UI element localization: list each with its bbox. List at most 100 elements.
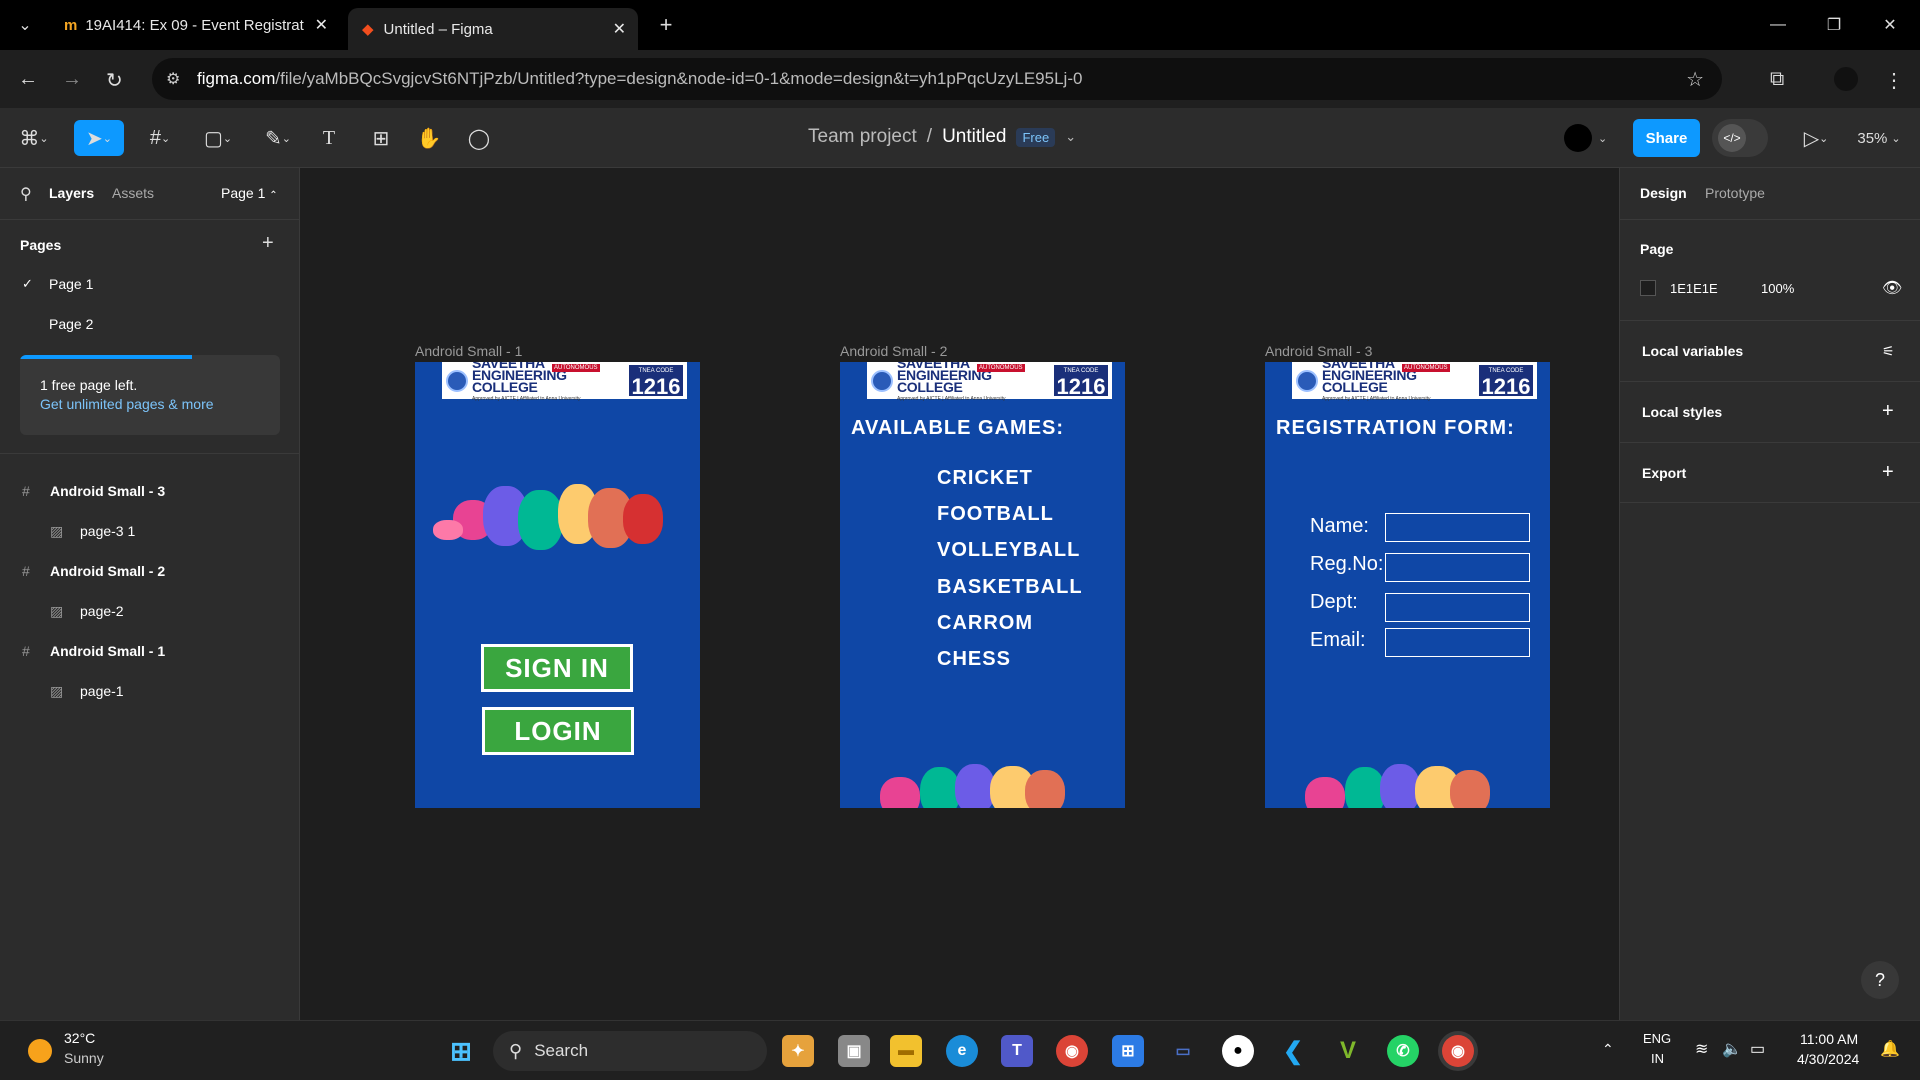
main-menu-icon[interactable]: ⌘ ⌄	[14, 120, 54, 156]
vscode-icon[interactable]: ❮	[1277, 1035, 1309, 1067]
restore-icon[interactable]: ❐	[1806, 0, 1862, 50]
chevron-down-icon[interactable]: ⌄	[1065, 129, 1076, 145]
move-tool-icon[interactable]: ➤ ⌄	[74, 120, 124, 156]
chrome-active-icon[interactable]: ◉	[1442, 1035, 1474, 1067]
upsell-link[interactable]: Get unlimited pages & more	[40, 396, 214, 412]
hand-tool-icon[interactable]: ✋	[414, 120, 444, 156]
whatsapp-icon[interactable]: ✆	[1387, 1035, 1419, 1067]
layer-frame-3[interactable]: # Android Small - 3	[0, 473, 300, 509]
teams-icon[interactable]: T	[1001, 1035, 1033, 1067]
close-icon[interactable]: ✕	[315, 15, 328, 35]
canvas[interactable]: Android Small - 1 SAVEETHA ENGINEERING C…	[300, 168, 1619, 1020]
frame-tool-icon[interactable]: # ⌄	[140, 120, 180, 156]
pen-tool-icon[interactable]: ✎ ⌄	[258, 120, 298, 156]
windows-start-icon[interactable]: ⊞	[445, 1035, 477, 1067]
shape-tool-icon[interactable]: ▢ ⌄	[198, 120, 238, 156]
profile-avatar[interactable]	[1834, 67, 1858, 91]
browser-menu-icon[interactable]: ⋮	[1884, 68, 1904, 93]
variables-icon[interactable]: ⚟	[1882, 343, 1895, 360]
file-explorer-icon[interactable]: ▬	[890, 1035, 922, 1067]
layer-image-3[interactable]: ▨ page-3 1	[0, 513, 300, 549]
tab-layers[interactable]: Layers	[49, 185, 94, 201]
tab-design[interactable]: Design	[1640, 185, 1687, 201]
frame-label[interactable]: Android Small - 1	[415, 343, 522, 359]
copilot-icon[interactable]: ✦	[782, 1035, 814, 1067]
local-styles-section[interactable]: Local styles +	[1620, 400, 1920, 422]
app-icon[interactable]: ▭	[1167, 1035, 1199, 1067]
layer-image-1[interactable]: ▨ page-1	[0, 673, 300, 709]
page-color-swatch[interactable]	[1640, 280, 1656, 296]
tab-figma[interactable]: ◆ Untitled – Figma ✕	[348, 8, 638, 50]
page-color-value[interactable]: 1E1E1E	[1670, 281, 1718, 296]
language-top[interactable]: ENG	[1643, 1031, 1671, 1046]
minimize-icon[interactable]: —	[1750, 0, 1806, 50]
frame-android-small-2[interactable]: SAVEETHA ENGINEERING COLLEGE Approved by …	[840, 362, 1125, 808]
url-field[interactable]: ⚙ figma.com/file/yaMbBQcSvgjcvSt6NTjPzb/…	[152, 58, 1722, 100]
chrome-icon[interactable]: ◉	[1056, 1035, 1088, 1067]
present-icon[interactable]: ▷ ⌄	[1796, 120, 1836, 156]
multiplayer-avatar[interactable]: ⌄	[1564, 122, 1618, 154]
vim-icon[interactable]: V	[1332, 1035, 1364, 1067]
team-name[interactable]: Team project	[808, 126, 917, 148]
export-section[interactable]: Export +	[1620, 461, 1920, 483]
login-button[interactable]: LOGIN	[482, 707, 634, 755]
page-opacity-value[interactable]: 100%	[1761, 281, 1794, 296]
page-selector[interactable]: Page 1 ⌃	[221, 185, 278, 201]
task-view-icon[interactable]: ▣	[838, 1035, 870, 1067]
layer-frame-2[interactable]: # Android Small - 2	[0, 553, 300, 589]
weather-condition[interactable]: Sunny	[64, 1050, 104, 1066]
regno-field[interactable]	[1385, 553, 1530, 582]
text-tool-icon[interactable]: T	[316, 120, 342, 156]
chevron-up-icon[interactable]: ⌃	[1602, 1041, 1614, 1058]
bookmark-star-icon[interactable]: ☆	[1686, 67, 1704, 92]
resources-icon[interactable]: ⊞	[366, 120, 396, 156]
sign-in-button[interactable]: SIGN IN	[481, 644, 633, 692]
email-field[interactable]	[1385, 628, 1530, 657]
tab-event-registration[interactable]: m 19AI414: Ex 09 - Event Registrat ✕	[50, 8, 340, 42]
frame-android-small-3[interactable]: SAVEETHA ENGINEERING COLLEGE Approved by …	[1265, 362, 1550, 808]
search-icon[interactable]: ⚲	[20, 184, 32, 204]
close-icon[interactable]: ✕	[613, 19, 626, 39]
extensions-icon[interactable]: ⧉	[1770, 68, 1784, 91]
window-close-icon[interactable]: ✕	[1862, 0, 1918, 50]
language-bottom[interactable]: IN	[1651, 1051, 1664, 1066]
file-name[interactable]: Untitled	[942, 126, 1006, 148]
notifications-icon[interactable]: 🔔	[1880, 1039, 1900, 1059]
page-item-2[interactable]: Page 2	[0, 306, 300, 342]
dept-field[interactable]	[1385, 593, 1530, 622]
dev-mode-toggle[interactable]: </>	[1712, 119, 1768, 157]
new-tab-button[interactable]: +	[638, 0, 694, 50]
github-icon[interactable]: ●	[1222, 1035, 1254, 1067]
back-icon[interactable]: ←	[18, 68, 38, 91]
add-export-icon[interactable]: +	[1882, 461, 1894, 484]
layer-image-2[interactable]: ▨ page-2	[0, 593, 300, 629]
help-button[interactable]: ?	[1861, 961, 1899, 999]
frame-android-small-1[interactable]: SAVEETHA ENGINEERING COLLEGE Approved by …	[415, 362, 700, 808]
taskbar-search[interactable]: ⚲ Search	[493, 1031, 767, 1071]
comment-tool-icon[interactable]: ◯	[464, 120, 494, 156]
reload-icon[interactable]: ↻	[106, 68, 123, 93]
frame-label[interactable]: Android Small - 3	[1265, 343, 1372, 359]
weather-sun-icon[interactable]	[28, 1039, 52, 1063]
battery-icon[interactable]: ▭	[1750, 1039, 1765, 1059]
clock-date[interactable]: 4/30/2024	[1797, 1051, 1859, 1067]
weather-temp[interactable]: 32°C	[64, 1030, 95, 1046]
zoom-dropdown[interactable]: 35% ⌄	[1852, 120, 1906, 156]
tab-assets[interactable]: Assets	[112, 185, 154, 201]
volume-icon[interactable]: 🔈	[1722, 1039, 1742, 1059]
frame-label[interactable]: Android Small - 2	[840, 343, 947, 359]
add-page-icon[interactable]: +	[262, 232, 274, 255]
tab-prototype[interactable]: Prototype	[1705, 185, 1765, 201]
store-icon[interactable]: ⊞	[1112, 1035, 1144, 1067]
forward-icon[interactable]: →	[62, 68, 82, 91]
wifi-icon[interactable]: ≋	[1695, 1039, 1708, 1059]
share-button[interactable]: Share	[1633, 119, 1700, 157]
edge-icon[interactable]: e	[946, 1035, 978, 1067]
tab-list-icon[interactable]: ⌄	[0, 0, 50, 50]
page-item-1[interactable]: ✓ Page 1	[0, 266, 300, 302]
clock-time[interactable]: 11:00 AM	[1800, 1031, 1858, 1047]
eye-icon[interactable]: 👁	[1882, 278, 1902, 298]
add-style-icon[interactable]: +	[1882, 400, 1894, 423]
local-variables-section[interactable]: Local variables ⚟	[1620, 343, 1920, 359]
layer-frame-1[interactable]: # Android Small - 1	[0, 633, 300, 669]
